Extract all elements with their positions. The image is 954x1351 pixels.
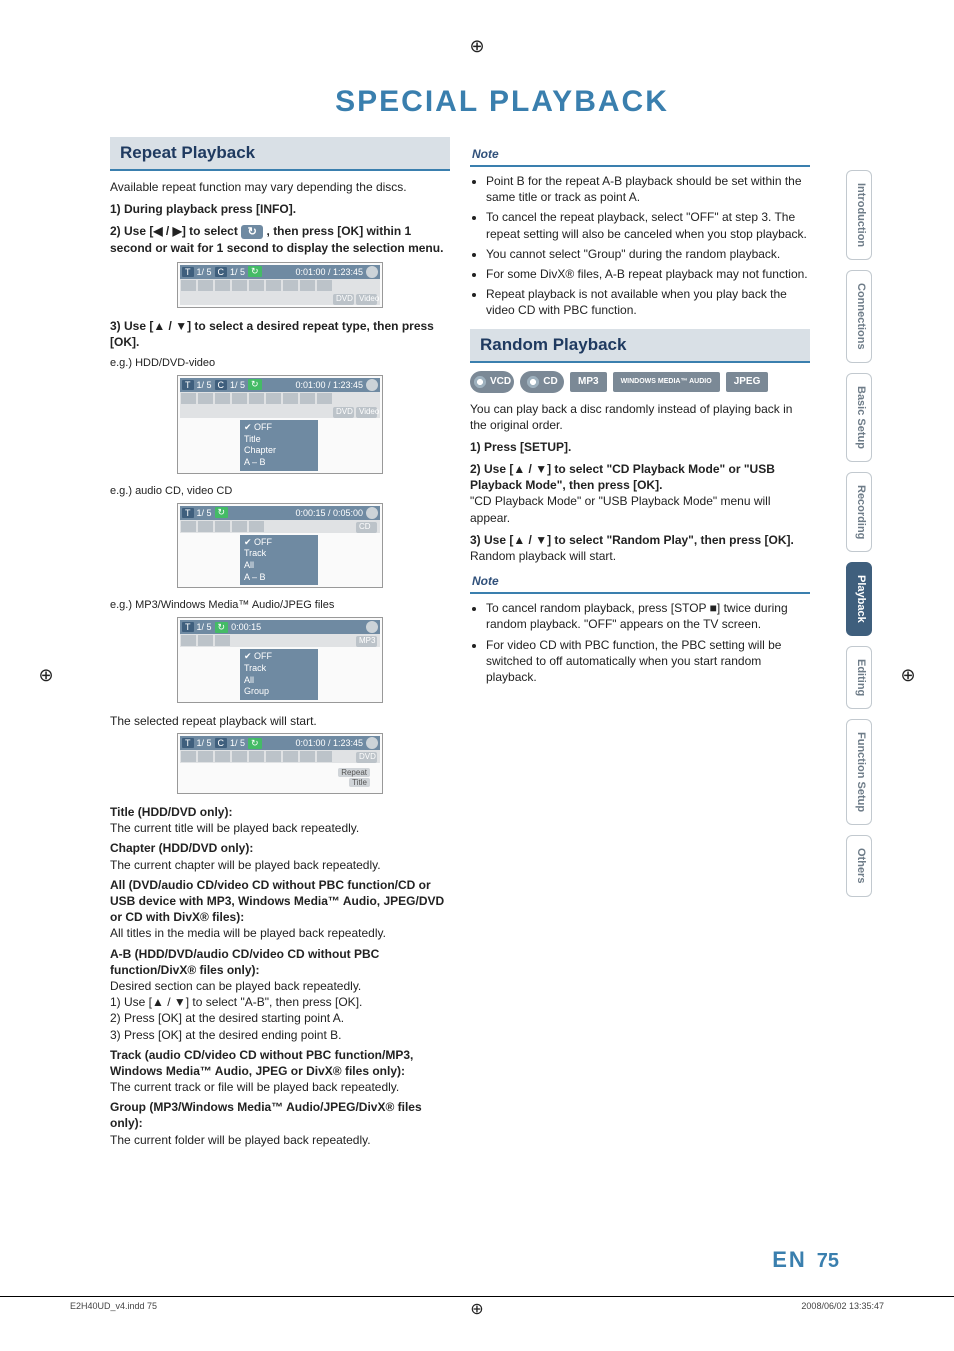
format-jpeg: JPEG — [726, 372, 769, 392]
step-2-part-c: , then press [OK] within 1 second or wai… — [110, 224, 443, 254]
eg-cd-label: e.g.) audio CD, video CD — [110, 484, 450, 499]
osd-dvd-video: T1/ 5 C1/ 5 ↻ 0:01:00 / 1:23:45 DVDVideo… — [177, 375, 383, 474]
crop-mark-left: ⊕ — [34, 664, 58, 688]
note-heading-bottom: Note — [470, 570, 810, 594]
eg-mp3-label: e.g.) MP3/Windows Media™ Audio/JPEG file… — [110, 598, 450, 613]
osd-mp3: T1/ 5 ↻ 0:00:15 MP3 OFF Track All Group — [177, 617, 383, 703]
track-mode-heading: Track (audio CD/video CD without PBC fun… — [110, 1048, 413, 1078]
notes-list-top: Point B for the repeat A-B playback shou… — [470, 173, 810, 319]
notes-list-bottom: To cancel random playback, press [STOP ■… — [470, 600, 810, 685]
group-mode-heading: Group (MP3/Windows Media™ Audio/JPEG/Div… — [110, 1100, 422, 1130]
osd-audio-cd: T1/ 5 ↻ 0:00:15 / 0:05:00 CD OFF Track A… — [177, 503, 383, 589]
tab-editing[interactable]: Editing — [846, 646, 872, 709]
step-3: 3) Use [▲ / ▼] to select a desired repea… — [110, 319, 434, 349]
all-mode-text: All titles in the media will be played b… — [110, 926, 386, 940]
tab-introduction[interactable]: Introduction — [846, 170, 872, 260]
title-mode-text: The current title will be played back re… — [110, 821, 359, 835]
tab-connections[interactable]: Connections — [846, 270, 872, 363]
track-mode-text: The current track or file will be played… — [110, 1080, 399, 1094]
crop-mark-right: ⊕ — [896, 664, 920, 688]
chapter-mode-text: The current chapter will be played back … — [110, 858, 381, 872]
format-mp3: MP3 — [570, 372, 607, 392]
ab-mode-text0: Desired section can be played back repea… — [110, 979, 361, 993]
ab-mode-text1: 1) Use [▲ / ▼] to select "A-B", then pre… — [110, 995, 362, 1009]
group-mode-text: The current folder will be played back r… — [110, 1133, 371, 1147]
format-wma: WINDOWS MEDIA™ AUDIO — [613, 372, 720, 392]
note-heading-top: Note — [470, 143, 810, 167]
crop-mark-bottom: ⊕ — [470, 1299, 483, 1319]
step-2-part-a: 2) Use [ — [110, 224, 153, 238]
page-title: SPECIAL PLAYBACK — [110, 85, 894, 119]
random-step-2-t: "CD Playback Mode" or "USB Playback Mode… — [470, 494, 771, 524]
footer: ⊕ E2H40UD_v4.indd 75 2008/06/02 13:35:47 — [0, 1296, 954, 1315]
selected-start: The selected repeat playback will start. — [110, 713, 450, 729]
section-header-random: Random Playback — [470, 329, 810, 363]
format-cd: CD — [520, 371, 564, 393]
ab-mode-heading: A-B (HDD/DVD/audio CD/video CD without P… — [110, 947, 379, 977]
repeat-intro: Available repeat function may vary depen… — [110, 179, 450, 195]
tab-basic-setup[interactable]: Basic Setup — [846, 373, 872, 462]
random-step-1: 1) Press [SETUP]. — [470, 440, 571, 454]
random-step-2-h: 2) Use [▲ / ▼] to select "CD Playback Mo… — [470, 462, 775, 492]
crop-mark-top: ⊕ — [465, 34, 489, 58]
step-1: 1) During playback press [INFO]. — [110, 202, 296, 216]
tab-recording[interactable]: Recording — [846, 472, 872, 552]
random-intro: You can play back a disc randomly instea… — [470, 401, 810, 433]
footer-file: E2H40UD_v4.indd 75 — [70, 1301, 157, 1311]
chapter-mode-heading: Chapter (HDD/DVD only): — [110, 841, 253, 855]
tab-function-setup[interactable]: Function Setup — [846, 719, 872, 825]
ab-mode-text2: 2) Press [OK] at the desired starting po… — [110, 1011, 344, 1025]
all-mode-heading: All (DVD/audio CD/video CD without PBC f… — [110, 878, 444, 924]
random-step-3-h: 3) Use [▲ / ▼] to select "Random Play", … — [470, 533, 794, 547]
tab-others[interactable]: Others — [846, 835, 872, 896]
step-2-part-b: ] to select — [182, 224, 241, 238]
eg-dvd-label: e.g.) HDD/DVD-video — [110, 356, 450, 371]
osd-sample-top: T1/ 5 C1/ 5 ↻ 0:01:00 / 1:23:45 DVDVideo — [177, 262, 383, 308]
side-tabs: Introduction Connections Basic Setup Rec… — [846, 170, 872, 897]
footer-timestamp: 2008/06/02 13:35:47 — [801, 1301, 884, 1311]
ab-mode-text3: 3) Press [OK] at the desired ending poin… — [110, 1028, 341, 1042]
section-header-repeat: Repeat Playback — [110, 137, 450, 171]
format-vcd: VCD — [470, 371, 514, 393]
tab-playback[interactable]: Playback — [846, 562, 872, 636]
format-bar: VCD CD MP3 WINDOWS MEDIA™ AUDIO JPEG — [470, 371, 810, 393]
repeat-icon: ↻ — [241, 225, 263, 239]
osd-repeat-title: T1/ 5 C1/ 5 ↻ 0:01:00 / 1:23:45 DVD Repe… — [177, 733, 383, 794]
play-indicator-icon — [366, 266, 378, 278]
page-number: EN75 — [772, 1247, 839, 1273]
title-mode-heading: Title (HDD/DVD only): — [110, 805, 232, 819]
random-step-3-t: Random playback will start. — [470, 549, 616, 563]
